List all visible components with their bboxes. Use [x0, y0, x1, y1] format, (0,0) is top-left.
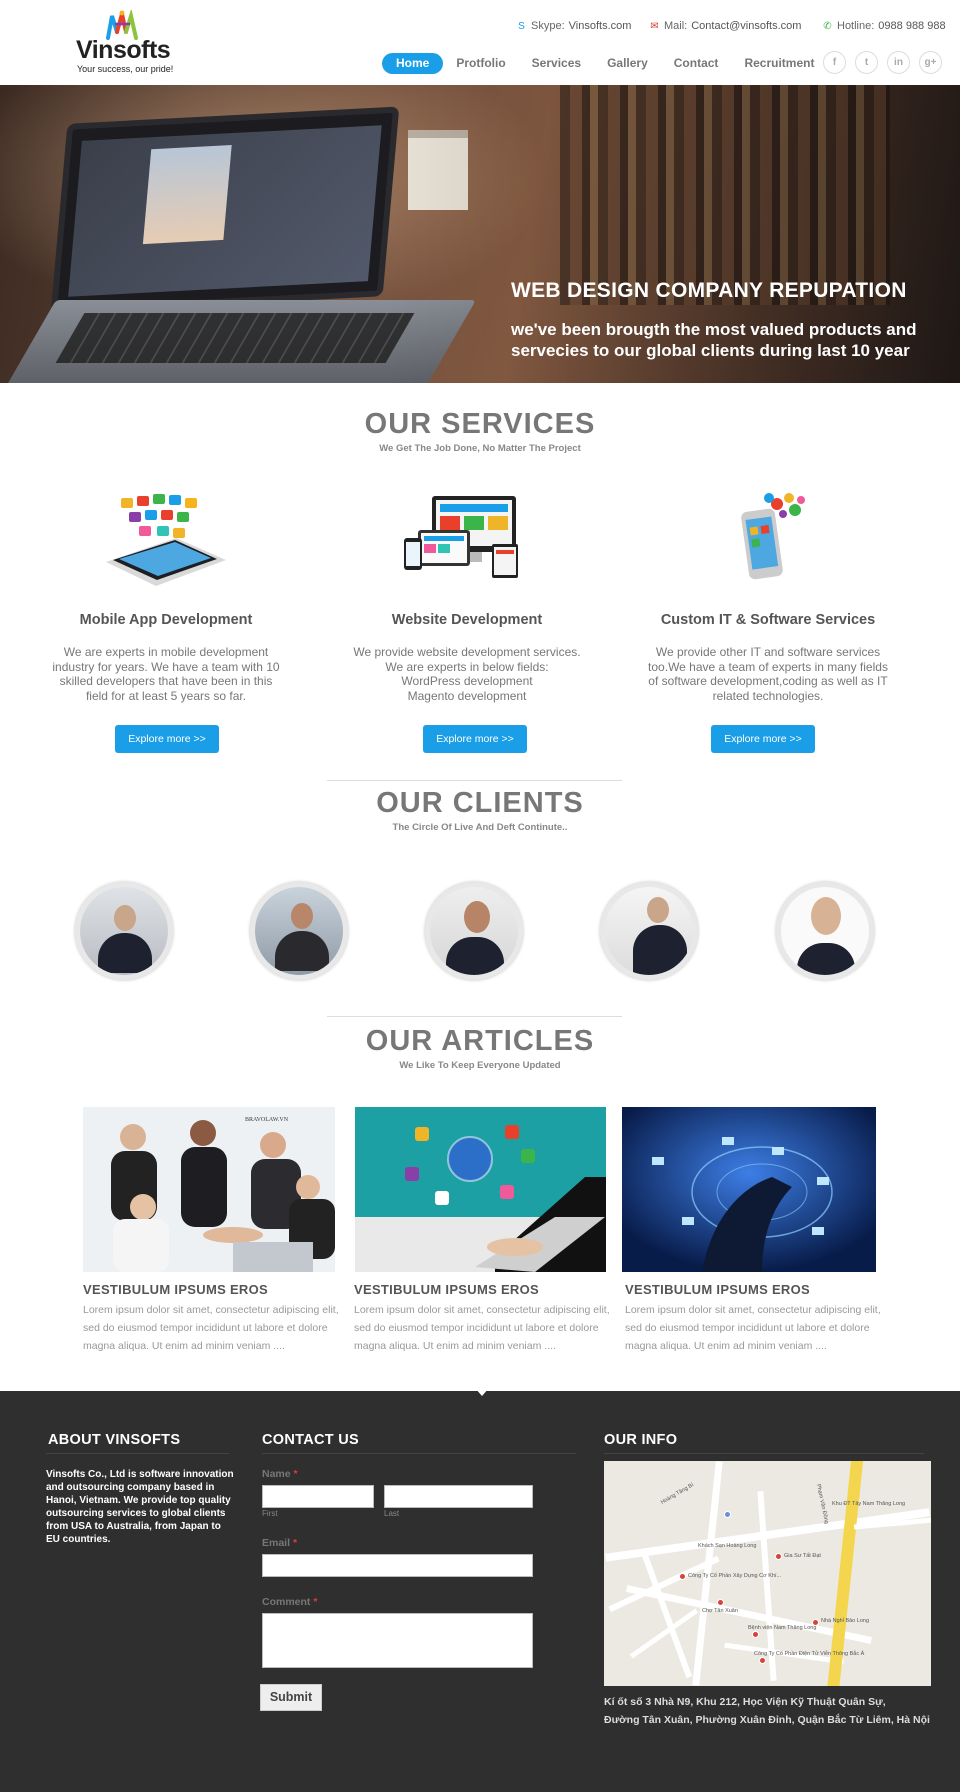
nav-item-gallery[interactable]: Gallery	[594, 53, 661, 74]
map-label: Gia Sư Tất Đạt	[784, 1553, 821, 1559]
email-label: Email *	[262, 1537, 298, 1549]
article-image-technology[interactable]	[355, 1107, 606, 1272]
service-desc-custom-it: We provide other IT and software service…	[648, 645, 888, 703]
about-title: ABOUT VINSOFTS	[48, 1432, 181, 1448]
mail-label: Mail:	[664, 20, 688, 32]
map-label: Chợ Tân Xuân	[702, 1608, 738, 1614]
map-label: Khách Sạn Hoàng Long	[698, 1543, 757, 1549]
location-map[interactable]: Hoàng Tăng Bí Phạm Văn Đồng Khách Sạn Ho…	[604, 1461, 931, 1686]
service-desc-website: We provide website development services.…	[353, 645, 581, 703]
client-avatar[interactable]	[75, 882, 173, 980]
map-label: Bệnh viện Nam Thăng Long	[748, 1625, 817, 1631]
nav-item-home[interactable]: Home	[382, 52, 444, 74]
first-name-input[interactable]	[262, 1485, 374, 1508]
skype-icon: S	[518, 20, 525, 32]
map-label: Công Ty Cổ Phần Điện Tử Viễn Thông Bắc Á	[754, 1651, 865, 1657]
skype-value: Vinsofts.com	[568, 20, 632, 32]
submit-button[interactable]: Submit	[260, 1684, 322, 1711]
article-image-business[interactable]: BRAVOLAW.VN	[83, 1107, 335, 1272]
section-divider	[327, 780, 622, 781]
service-title-custom-it: Custom IT & Software Services	[660, 612, 876, 628]
nav-item-contact[interactable]: Contact	[661, 53, 732, 74]
main-nav: Home Protfolio Services Gallery Contact …	[382, 52, 827, 74]
twitter-icon[interactable]: t	[855, 51, 878, 74]
article-image-network[interactable]	[622, 1107, 876, 1272]
article-excerpt: Lorem ipsum dolor sit amet, consectetur …	[625, 1304, 881, 1352]
nav-item-services[interactable]: Services	[519, 53, 594, 74]
skype-label: Skype:	[531, 20, 565, 32]
website-devices-icon	[396, 490, 526, 590]
linkedin-icon[interactable]: in	[887, 51, 910, 74]
client-avatar[interactable]	[600, 882, 698, 980]
map-label: Nhà Nghỉ Bảo Long	[821, 1618, 870, 1624]
clients-subtitle: The Circle Of Live And Deft Continute..	[392, 822, 568, 833]
services-title: OUR SERVICES	[364, 408, 596, 440]
mobile-app-icon	[101, 490, 231, 590]
explore-website-button[interactable]: Explore more >>	[423, 725, 527, 753]
explore-mobile-button[interactable]: Explore more >>	[115, 725, 219, 753]
comment-label: Comment *	[262, 1596, 318, 1608]
nav-item-recruitment[interactable]: Recruitment	[731, 53, 827, 74]
client-avatar[interactable]	[425, 882, 523, 980]
facebook-icon[interactable]: f	[823, 51, 846, 74]
phone-icon: ✆	[823, 20, 832, 32]
map-label: Khu ĐT Tây Nam Thăng Long	[832, 1501, 906, 1507]
mail-icon: ✉	[650, 20, 659, 32]
email-input[interactable]	[262, 1554, 533, 1577]
custom-it-phone-icon	[699, 490, 829, 590]
logo-name[interactable]: Vinsofts	[76, 36, 171, 65]
last-label: Last	[384, 1509, 400, 1518]
service-desc-mobile: We are experts in mobile development indu…	[52, 645, 280, 703]
last-name-input[interactable]	[384, 1485, 533, 1508]
article-title[interactable]: VESTIBULUM IPSUMS EROS	[354, 1282, 539, 1297]
article-title[interactable]: VESTIBULUM IPSUMS EROS	[625, 1282, 810, 1297]
map-label: Hoàng Tăng Bí	[659, 1482, 695, 1506]
explore-custom-it-button[interactable]: Explore more >>	[711, 725, 815, 753]
mail-contact: ✉ Mail: Contact@vinsofts.com	[649, 20, 801, 32]
site-header: Vinsofts Your success, our pride! S Skyp…	[0, 0, 960, 85]
google-plus-icon[interactable]: g+	[919, 51, 942, 74]
service-title-mobile: Mobile App Development	[79, 612, 253, 628]
client-avatar[interactable]	[776, 882, 874, 980]
services-subtitle: We Get The Job Done, No Matter The Proje…	[379, 443, 581, 454]
service-title-website: Website Development	[391, 612, 543, 628]
hotline-label: Hotline:	[837, 20, 875, 32]
footer-notch-arrow	[475, 1388, 489, 1396]
comment-textarea[interactable]	[262, 1613, 533, 1668]
info-title: OUR INFO	[604, 1432, 678, 1448]
client-avatar[interactable]	[250, 882, 348, 980]
skype-contact: S Skype: Vinsofts.com	[516, 20, 631, 32]
article-title[interactable]: VESTIBULUM IPSUMS EROS	[83, 1282, 268, 1297]
hero-title: WEB DESIGN COMPANY REPUPATION	[511, 279, 907, 302]
hero-subtitle: we've been brougth the most valued produ…	[511, 320, 917, 360]
articles-title: OUR ARTICLES	[365, 1025, 595, 1057]
logo-tagline: Your success, our pride!	[77, 64, 174, 74]
nav-item-portfolio[interactable]: Protfolio	[443, 53, 518, 74]
map-label: Phạm Văn Đồng	[815, 1483, 830, 1525]
name-label: Name *	[262, 1468, 298, 1480]
articles-subtitle: We Like To Keep Everyone Updated	[399, 1060, 561, 1071]
mail-value[interactable]: Contact@vinsofts.com	[691, 20, 801, 32]
contact-title: CONTACT US	[262, 1432, 359, 1448]
office-address: Kí ốt số 3 Nhà N9, Khu 212, Học Viện Kỹ …	[604, 1696, 930, 1726]
clients-title: OUR CLIENTS	[376, 787, 584, 819]
article-excerpt: Lorem ipsum dolor sit amet, consectetur …	[83, 1304, 339, 1352]
hero-banner: WEB DESIGN COMPANY REPUPATION we've been…	[0, 85, 960, 383]
map-label: Công Ty Cổ Phần Xây Dựng Cơ Khí...	[688, 1573, 782, 1579]
hotline-value: 0988 988 988	[878, 20, 946, 32]
section-divider	[327, 1016, 622, 1017]
hotline-contact: ✆ Hotline: 0988 988 988	[822, 20, 946, 32]
article-excerpt: Lorem ipsum dolor sit amet, consectetur …	[354, 1304, 610, 1352]
first-label: First	[262, 1509, 278, 1518]
article-image-watermark: BRAVOLAW.VN	[245, 1117, 289, 1123]
about-text: Vinsofts Co., Ltd is software innovation…	[46, 1469, 234, 1545]
